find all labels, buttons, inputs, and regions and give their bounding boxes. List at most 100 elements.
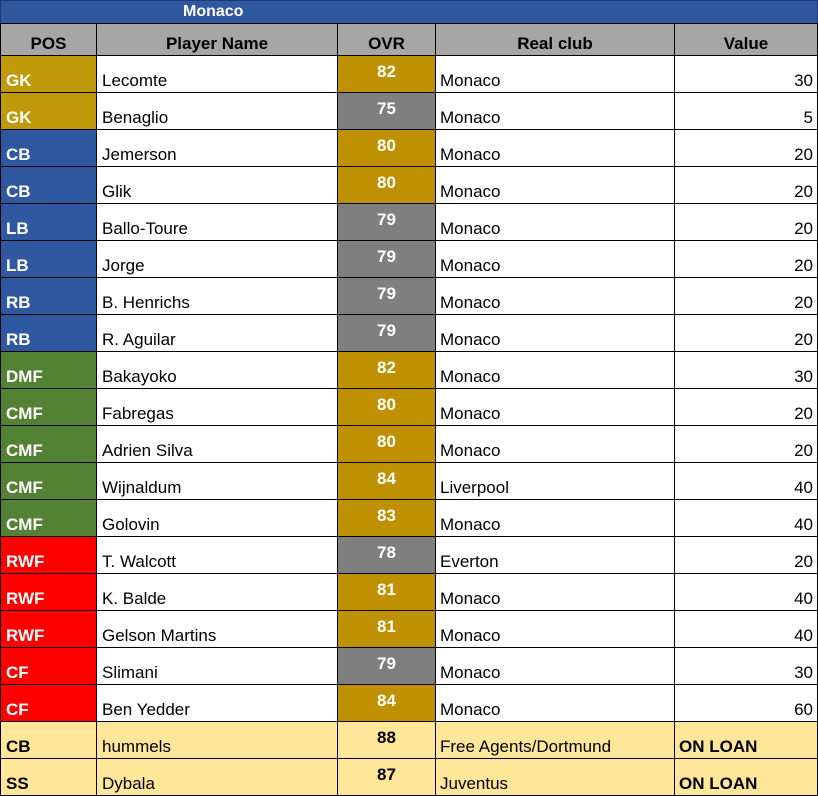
pos-cell[interactable]: LB	[0, 240, 97, 278]
player-name-cell[interactable]: Jorge	[96, 240, 338, 278]
value-cell[interactable]: ON LOAN	[674, 721, 818, 759]
value-cell[interactable]: 20	[674, 425, 818, 463]
value-cell[interactable]: 40	[674, 610, 818, 648]
ovr-cell[interactable]: 79	[337, 203, 436, 241]
ovr-cell[interactable]: 79	[337, 277, 436, 315]
player-name-cell[interactable]: Ballo-Toure	[96, 203, 338, 241]
pos-cell[interactable]: CMF	[0, 462, 97, 500]
value-cell[interactable]: 20	[674, 314, 818, 352]
pos-cell[interactable]: CB	[0, 166, 97, 204]
ovr-cell[interactable]: 83	[337, 499, 436, 537]
ovr-cell[interactable]: 84	[337, 684, 436, 722]
value-cell[interactable]: 40	[674, 499, 818, 537]
value-cell[interactable]: 20	[674, 166, 818, 204]
player-name-cell[interactable]: Bakayoko	[96, 351, 338, 389]
value-cell[interactable]: 20	[674, 536, 818, 574]
value-cell[interactable]: 20	[674, 240, 818, 278]
pos-cell[interactable]: CB	[0, 129, 97, 167]
ovr-cell[interactable]: 79	[337, 647, 436, 685]
real-club-cell[interactable]: Monaco	[435, 129, 675, 167]
real-club-cell[interactable]: Monaco	[435, 684, 675, 722]
value-cell[interactable]: 20	[674, 277, 818, 315]
player-name-cell[interactable]: Adrien Silva	[96, 425, 338, 463]
real-club-cell[interactable]: Juventus	[435, 758, 675, 796]
real-club-cell[interactable]: Liverpool	[435, 462, 675, 500]
pos-cell[interactable]: RWF	[0, 536, 97, 574]
value-cell[interactable]: 30	[674, 351, 818, 389]
ovr-cell[interactable]: 87	[337, 758, 436, 796]
ovr-cell[interactable]: 78	[337, 536, 436, 574]
real-club-cell[interactable]: Monaco	[435, 166, 675, 204]
pos-cell[interactable]: CMF	[0, 425, 97, 463]
ovr-cell[interactable]: 82	[337, 55, 436, 93]
real-club-cell[interactable]: Monaco	[435, 647, 675, 685]
value-cell[interactable]: 5	[674, 92, 818, 130]
real-club-cell[interactable]: Monaco	[435, 351, 675, 389]
ovr-cell[interactable]: 80	[337, 129, 436, 167]
player-name-cell[interactable]: Glik	[96, 166, 338, 204]
real-club-cell[interactable]: Monaco	[435, 55, 675, 93]
pos-cell[interactable]: CB	[0, 721, 97, 759]
player-name-cell[interactable]: K. Balde	[96, 573, 338, 611]
pos-cell[interactable]: CF	[0, 684, 97, 722]
ovr-cell[interactable]: 88	[337, 721, 436, 759]
player-name-cell[interactable]: Fabregas	[96, 388, 338, 426]
pos-cell[interactable]: GK	[0, 92, 97, 130]
header-player-name[interactable]: Player Name	[96, 23, 338, 56]
real-club-cell[interactable]: Monaco	[435, 388, 675, 426]
player-name-cell[interactable]: Ben Yedder	[96, 684, 338, 722]
player-name-cell[interactable]: Jemerson	[96, 129, 338, 167]
real-club-cell[interactable]: Monaco	[435, 92, 675, 130]
player-name-cell[interactable]: Lecomte	[96, 55, 338, 93]
ovr-cell[interactable]: 81	[337, 610, 436, 648]
ovr-cell[interactable]: 80	[337, 425, 436, 463]
pos-cell[interactable]: RWF	[0, 573, 97, 611]
player-name-cell[interactable]: Slimani	[96, 647, 338, 685]
pos-cell[interactable]: DMF	[0, 351, 97, 389]
real-club-cell[interactable]: Monaco	[435, 610, 675, 648]
real-club-cell[interactable]: Monaco	[435, 277, 675, 315]
pos-cell[interactable]: CF	[0, 647, 97, 685]
real-club-cell[interactable]: Monaco	[435, 314, 675, 352]
player-name-cell[interactable]: Gelson Martins	[96, 610, 338, 648]
real-club-cell[interactable]: Monaco	[435, 203, 675, 241]
ovr-cell[interactable]: 80	[337, 166, 436, 204]
pos-cell[interactable]: RWF	[0, 610, 97, 648]
value-cell[interactable]: 40	[674, 573, 818, 611]
player-name-cell[interactable]: R. Aguilar	[96, 314, 338, 352]
value-cell[interactable]: 20	[674, 388, 818, 426]
player-name-cell[interactable]: Wijnaldum	[96, 462, 338, 500]
real-club-cell[interactable]: Everton	[435, 536, 675, 574]
ovr-cell[interactable]: 84	[337, 462, 436, 500]
real-club-cell[interactable]: Monaco	[435, 425, 675, 463]
player-name-cell[interactable]: T. Walcott	[96, 536, 338, 574]
value-cell[interactable]: ON LOAN	[674, 758, 818, 796]
value-cell[interactable]: 30	[674, 55, 818, 93]
real-club-cell[interactable]: Monaco	[435, 573, 675, 611]
header-ovr[interactable]: OVR	[337, 23, 436, 56]
ovr-cell[interactable]: 79	[337, 314, 436, 352]
pos-cell[interactable]: SS	[0, 758, 97, 796]
player-name-cell[interactable]: Benaglio	[96, 92, 338, 130]
pos-cell[interactable]: RB	[0, 314, 97, 352]
pos-cell[interactable]: CMF	[0, 499, 97, 537]
player-name-cell[interactable]: hummels	[96, 721, 338, 759]
ovr-cell[interactable]: 75	[337, 92, 436, 130]
real-club-cell[interactable]: Monaco	[435, 499, 675, 537]
header-real-club[interactable]: Real club	[435, 23, 675, 56]
ovr-cell[interactable]: 80	[337, 388, 436, 426]
player-name-cell[interactable]: Dybala	[96, 758, 338, 796]
value-cell[interactable]: 40	[674, 462, 818, 500]
ovr-cell[interactable]: 81	[337, 573, 436, 611]
pos-cell[interactable]: GK	[0, 55, 97, 93]
pos-cell[interactable]: RB	[0, 277, 97, 315]
header-value[interactable]: Value	[674, 23, 818, 56]
value-cell[interactable]: 30	[674, 647, 818, 685]
pos-cell[interactable]: LB	[0, 203, 97, 241]
ovr-cell[interactable]: 79	[337, 240, 436, 278]
value-cell[interactable]: 60	[674, 684, 818, 722]
player-name-cell[interactable]: Golovin	[96, 499, 338, 537]
pos-cell[interactable]: CMF	[0, 388, 97, 426]
real-club-cell[interactable]: Monaco	[435, 240, 675, 278]
value-cell[interactable]: 20	[674, 203, 818, 241]
